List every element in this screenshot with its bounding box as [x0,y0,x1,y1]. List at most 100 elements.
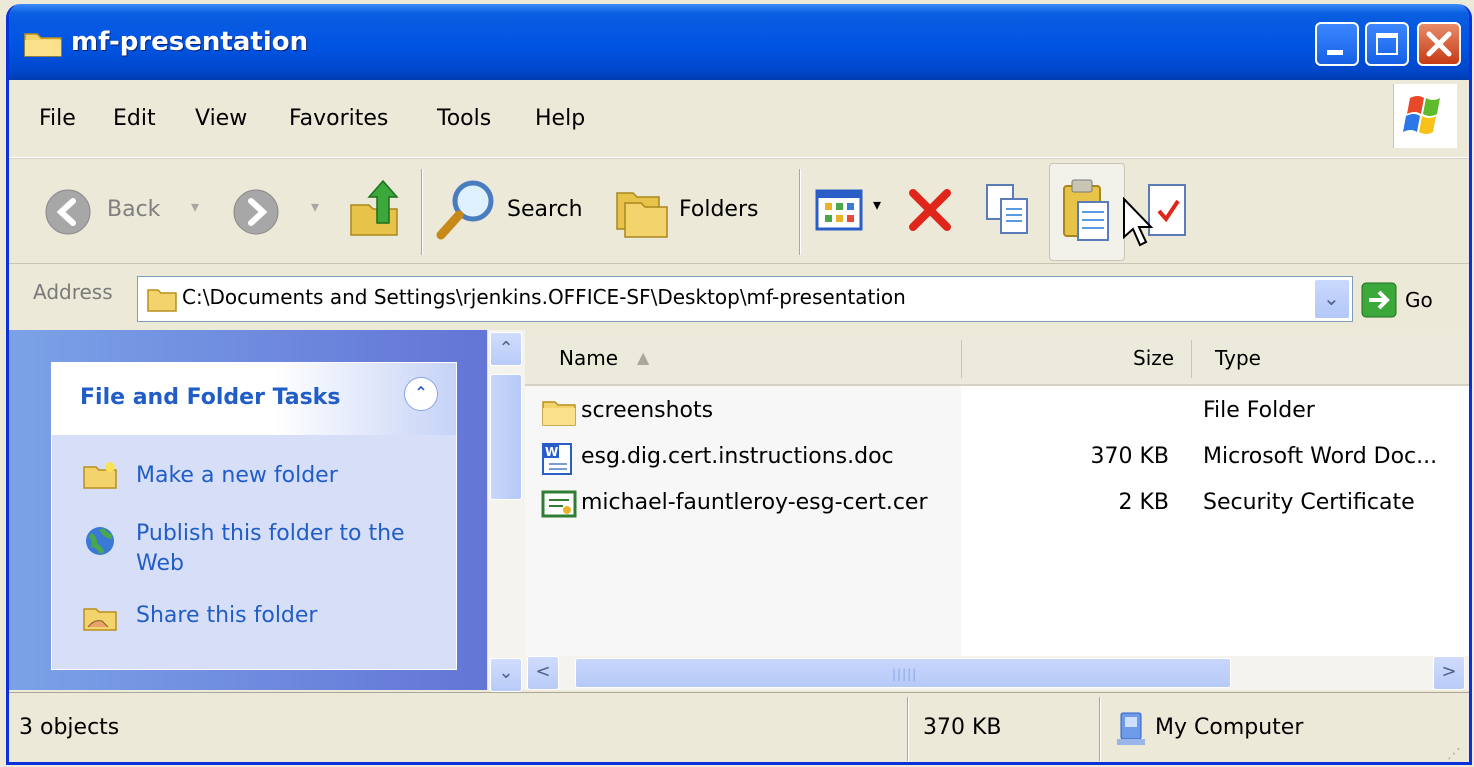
column-name-header[interactable]: Name [559,346,618,370]
copy-icon [983,181,1033,245]
go-button[interactable]: Go [1361,278,1441,322]
menu-tools[interactable]: Tools [437,80,491,158]
folder-icon [146,285,178,319]
folders-icon [613,179,673,247]
resize-grip-icon[interactable]: ⋰ [1447,747,1461,761]
paste-icon [1060,178,1114,252]
file-folder-tasks-panel: File and Folder Tasks ⌃ Make a new folde… [51,362,457,670]
task-panel-title: File and Folder Tasks [80,385,341,410]
collapse-chevron-icon[interactable]: ⌃ [404,377,438,411]
file-name: michael-fauntleroy-esg-cert.cer [581,490,928,515]
content-area: File and Folder Tasks ⌃ Make a new folde… [9,330,1469,692]
new-folder-icon [82,459,118,491]
status-location: My Computer [1155,715,1304,740]
window-title: mf-presentation [71,27,309,57]
file-type: Security Certificate [1203,490,1415,515]
back-arrow-icon [43,187,93,237]
menu-help[interactable]: Help [535,80,585,158]
menu-favorites[interactable]: Favorites [289,80,388,158]
delete-icon [905,185,955,241]
address-label: Address [33,280,113,304]
file-row-screenshots[interactable]: screenshots File Folder [525,390,1469,434]
vertical-scrollbar[interactable]: ⌃ ⌄ [487,330,525,692]
vertical-scroll-thumb[interactable] [490,374,522,500]
status-bar: 3 objects 370 KB My Computer ⋰ [9,692,1469,762]
views-icon [815,189,863,237]
menu-file[interactable]: File [39,80,76,158]
title-bar[interactable]: mf-presentation [9,4,1469,80]
toolbar-separator [799,169,801,255]
scroll-down-icon[interactable]: ⌄ [490,658,522,692]
status-separator [907,697,909,761]
menu-view[interactable]: View [195,80,247,158]
status-object-count: 3 objects [19,715,120,740]
address-bar: Address C:\Documents and Settings\rjenki… [9,266,1469,330]
file-list: Name ▲ Size Type screenshots File Folder [525,330,1469,656]
back-dropdown-icon: ▾ [191,197,200,216]
up-folder-button[interactable] [345,177,405,245]
folders-label: Folders [679,197,759,222]
scroll-right-icon[interactable]: > [1433,656,1465,690]
status-size: 370 KB [923,715,1002,740]
word-doc-icon: W [541,442,577,476]
task-panel-header[interactable]: File and Folder Tasks ⌃ [52,363,456,435]
horizontal-scrollbar[interactable]: < ||||| > [525,656,1469,690]
up-folder-icon [345,177,405,247]
column-divider [1191,340,1192,378]
publish-folder-link[interactable]: Publish this folder to the Web [136,519,416,579]
file-size: 370 KB [1090,444,1169,469]
scroll-up-icon[interactable]: ⌃ [490,332,522,366]
file-name: esg.dig.cert.instructions.doc [581,444,894,469]
status-separator [1099,697,1101,761]
share-folder-icon [82,601,118,633]
task-pane: File and Folder Tasks ⌃ Make a new folde… [9,330,487,690]
chevron-down-icon: ⌄ [1323,286,1340,310]
file-type: File Folder [1203,398,1315,423]
go-label: Go [1405,288,1433,312]
menu-edit[interactable]: Edit [113,80,156,158]
back-label: Back [107,197,161,222]
menu-bar: File Edit View Favorites Tools Help [9,80,1469,158]
minimize-icon [1327,50,1343,55]
search-icon [435,177,499,249]
paste-button[interactable] [1049,163,1125,261]
my-computer-icon [1115,711,1149,753]
file-row-cert[interactable]: michael-fauntleroy-esg-cert.cer 2 KB Sec… [525,482,1469,526]
certificate-icon [541,488,577,522]
toolbar: Back ▾ ▾ Search Folders ▾ [9,158,1469,264]
publish-web-icon [82,525,118,557]
maximize-button[interactable] [1365,22,1409,66]
sort-ascending-icon: ▲ [637,348,650,367]
windows-logo-icon [1393,84,1457,148]
forward-arrow-icon [231,187,281,237]
column-type-header[interactable]: Type [1215,346,1261,370]
minimize-button[interactable] [1315,22,1359,66]
toolbar-separator [421,169,423,255]
share-folder-link[interactable]: Share this folder [136,601,317,631]
svg-text:W: W [545,445,558,459]
column-size-header[interactable]: Size [1133,346,1174,370]
views-dropdown-icon: ▾ [873,195,882,214]
file-name: screenshots [581,398,714,423]
address-input[interactable]: C:\Documents and Settings\rjenkins.OFFIC… [137,276,1353,322]
close-button[interactable] [1417,22,1461,66]
close-icon [1419,24,1459,64]
folder-icon [541,396,577,430]
horizontal-scroll-thumb[interactable]: ||||| [575,658,1231,688]
make-new-folder-link[interactable]: Make a new folder [136,461,338,491]
folder-icon [23,28,63,64]
maximize-icon [1376,33,1398,55]
mouse-cursor-icon [1121,196,1155,259]
column-divider [961,340,962,378]
search-label: Search [507,197,583,222]
column-headers: Name ▲ Size Type [525,330,1469,386]
address-dropdown-button[interactable]: ⌄ [1314,279,1350,319]
file-size: 2 KB [1118,490,1169,515]
go-arrow-icon [1361,282,1397,324]
forward-dropdown-icon: ▾ [311,197,320,216]
scroll-left-icon[interactable]: < [527,656,559,690]
file-type: Microsoft Word Doc... [1203,444,1438,469]
file-row-doc[interactable]: W esg.dig.cert.instructions.doc 370 KB M… [525,436,1469,480]
explorer-window: mf-presentation File Edit View Favorites… [6,4,1472,765]
grip-icon: ||||| [892,667,918,681]
